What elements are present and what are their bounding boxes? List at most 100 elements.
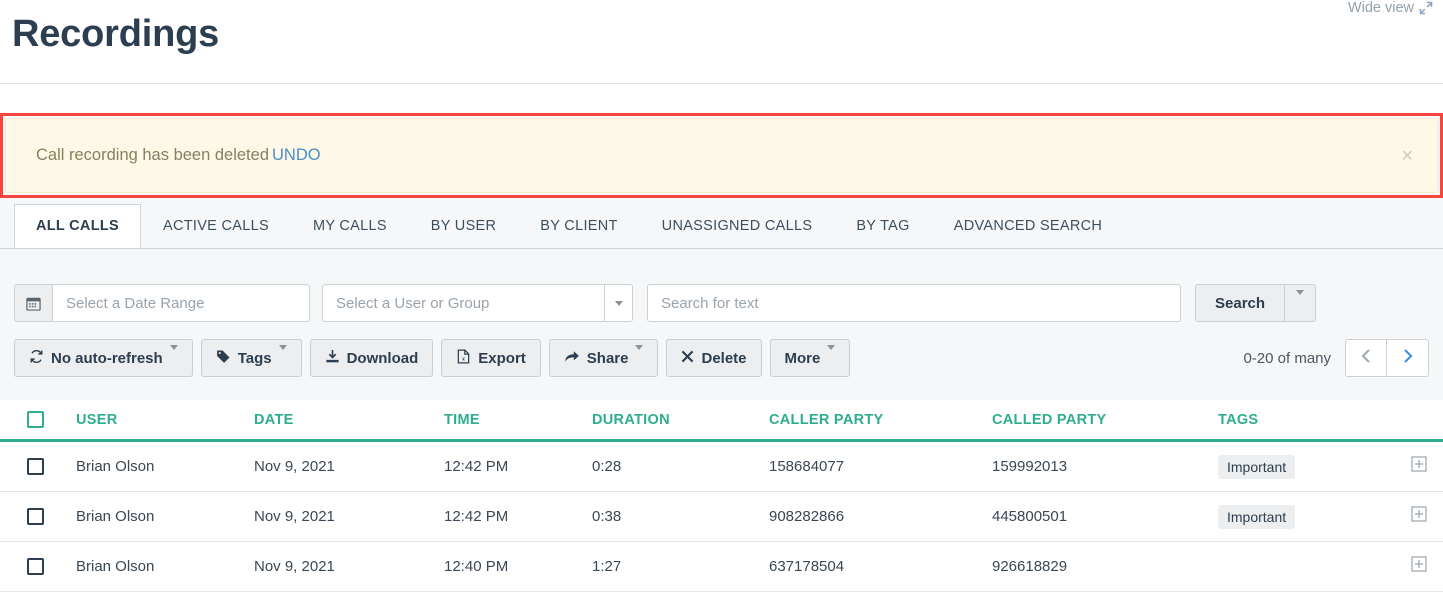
search-button-group: Search (1195, 284, 1317, 322)
pagination-buttons (1345, 339, 1429, 377)
share-arrow-icon (564, 349, 580, 368)
tags-button[interactable]: Tags (200, 339, 302, 377)
alert-message-wrap: Call recording has been deleted UNDO (36, 146, 321, 165)
cell-expand (1403, 506, 1443, 527)
recordings-table: USER DATE TIME DURATION CALLER PARTY CAL… (0, 400, 1443, 592)
cell-caller-party: 637178504 (769, 558, 845, 575)
tab-label: BY CLIENT (540, 218, 618, 234)
cell-called-party: 445800501 (992, 508, 1068, 525)
page-title: Recordings (12, 13, 220, 55)
select-all-cell (0, 411, 76, 428)
auto-refresh-label: No auto-refresh (51, 349, 163, 367)
expand-plus-icon[interactable] (1411, 556, 1427, 577)
cell-date: Nov 9, 2021 (254, 558, 335, 575)
wide-view-link[interactable]: Wide view (1348, 0, 1433, 16)
table-row[interactable]: Brian Olson Nov 9, 2021 12:40 PM 1:27 63… (0, 542, 1443, 592)
expand-plus-icon[interactable] (1411, 506, 1427, 527)
cell-time: 12:42 PM (444, 508, 509, 525)
caret-down-icon (1296, 289, 1305, 312)
tab-label: BY TAG (856, 218, 910, 234)
x-icon (681, 350, 694, 367)
table-row[interactable]: Brian Olson Nov 9, 2021 12:42 PM 0:28 15… (0, 442, 1443, 492)
cell-tags: Important (1218, 454, 1403, 479)
tab-label: MY CALLS (312, 218, 387, 234)
chevron-left-icon (1360, 348, 1373, 369)
tab-advanced-search[interactable]: ADVANCED SEARCH (932, 204, 1124, 249)
tab-label: UNASSIGNED CALLS (661, 218, 813, 234)
chevron-down-icon[interactable] (604, 285, 632, 321)
download-label: Download (346, 349, 419, 367)
expand-diagonal-icon (1419, 1, 1433, 15)
tab-label: ALL CALLS (36, 218, 119, 234)
row-checkbox[interactable] (27, 458, 44, 475)
tab-by-tag[interactable]: BY TAG (834, 204, 931, 249)
tabs-bar: ALL CALLS ACTIVE CALLS MY CALLS BY USER … (0, 198, 1443, 249)
cell-caller-party: 158684077 (769, 458, 845, 475)
tab-my-calls[interactable]: MY CALLS (291, 204, 409, 249)
status-badge[interactable]: Important (1218, 454, 1296, 479)
cell-expand (1403, 456, 1443, 477)
alert-close-icon[interactable]: × (1401, 146, 1413, 166)
row-select-cell (0, 508, 76, 525)
more-button[interactable]: More (769, 339, 851, 377)
tags-label: Tags (237, 349, 272, 367)
tab-list: ALL CALLS ACTIVE CALLS MY CALLS BY USER … (14, 198, 1124, 249)
alert-message: Call recording has been deleted (36, 146, 269, 164)
table-header-row: USER DATE TIME DURATION CALLER PARTY CAL… (0, 400, 1443, 442)
date-range-input[interactable] (52, 284, 310, 322)
undo-link[interactable]: UNDO (272, 146, 321, 164)
search-options-button[interactable] (1285, 284, 1317, 322)
status-badge[interactable]: Important (1218, 504, 1296, 529)
column-header-user[interactable]: USER (76, 412, 254, 428)
user-group-select[interactable]: Select a User or Group (322, 284, 633, 322)
tab-all-calls[interactable]: ALL CALLS (14, 204, 141, 249)
download-icon (325, 349, 340, 368)
cell-caller-party: 908282866 (769, 508, 845, 525)
column-header-duration[interactable]: DURATION (592, 412, 769, 428)
export-button[interactable]: x Export (441, 339, 541, 377)
page-header: Recordings Wide view (0, 0, 1443, 84)
delete-label: Delete (701, 349, 747, 367)
recordings-page: Recordings Wide view Call recording has … (0, 0, 1443, 604)
row-select-cell (0, 458, 76, 475)
row-checkbox[interactable] (27, 558, 44, 575)
row-select-cell (0, 558, 76, 575)
caret-down-icon (827, 344, 836, 367)
tab-by-user[interactable]: BY USER (409, 204, 519, 249)
search-button[interactable]: Search (1195, 284, 1286, 322)
expand-plus-icon[interactable] (1411, 456, 1427, 477)
search-input[interactable] (647, 284, 1181, 322)
row-checkbox[interactable] (27, 508, 44, 525)
delete-button[interactable]: Delete (666, 339, 762, 377)
cell-time: 12:42 PM (444, 458, 509, 475)
column-header-tags[interactable]: TAGS (1218, 412, 1403, 428)
next-page-button[interactable] (1387, 339, 1429, 377)
auto-refresh-button[interactable]: No auto-refresh (14, 339, 193, 377)
excel-file-icon: x (456, 349, 471, 368)
cell-duration: 1:27 (592, 558, 622, 575)
column-header-caller-party[interactable]: CALLER PARTY (769, 412, 992, 428)
pagination-range: 0-20 of many (1243, 349, 1331, 367)
tab-unassigned-calls[interactable]: UNASSIGNED CALLS (640, 204, 835, 249)
column-header-called-party[interactable]: CALLED PARTY (992, 412, 1218, 428)
cell-user: Brian Olson (76, 508, 155, 525)
pagination: 0-20 of many (1243, 339, 1429, 377)
table-row[interactable]: Brian Olson Nov 9, 2021 12:42 PM 0:38 90… (0, 492, 1443, 542)
chevron-right-icon (1401, 348, 1414, 369)
refresh-icon (29, 349, 44, 368)
select-all-checkbox[interactable] (27, 411, 44, 428)
share-button[interactable]: Share (548, 339, 659, 377)
cell-user: Brian Olson (76, 558, 155, 575)
user-group-select-value: Select a User or Group (336, 294, 490, 312)
cell-duration: 0:28 (592, 458, 622, 475)
column-header-date[interactable]: DATE (254, 412, 444, 428)
tab-by-client[interactable]: BY CLIENT (518, 204, 639, 249)
calendar-icon[interactable] (14, 284, 52, 322)
download-button[interactable]: Download (309, 339, 434, 377)
column-header-time[interactable]: TIME (444, 412, 592, 428)
share-label: Share (586, 349, 629, 367)
cell-called-party: 159992013 (992, 458, 1068, 475)
tab-active-calls[interactable]: ACTIVE CALLS (141, 204, 291, 249)
svg-text:x: x (461, 356, 465, 362)
prev-page-button[interactable] (1345, 339, 1387, 377)
